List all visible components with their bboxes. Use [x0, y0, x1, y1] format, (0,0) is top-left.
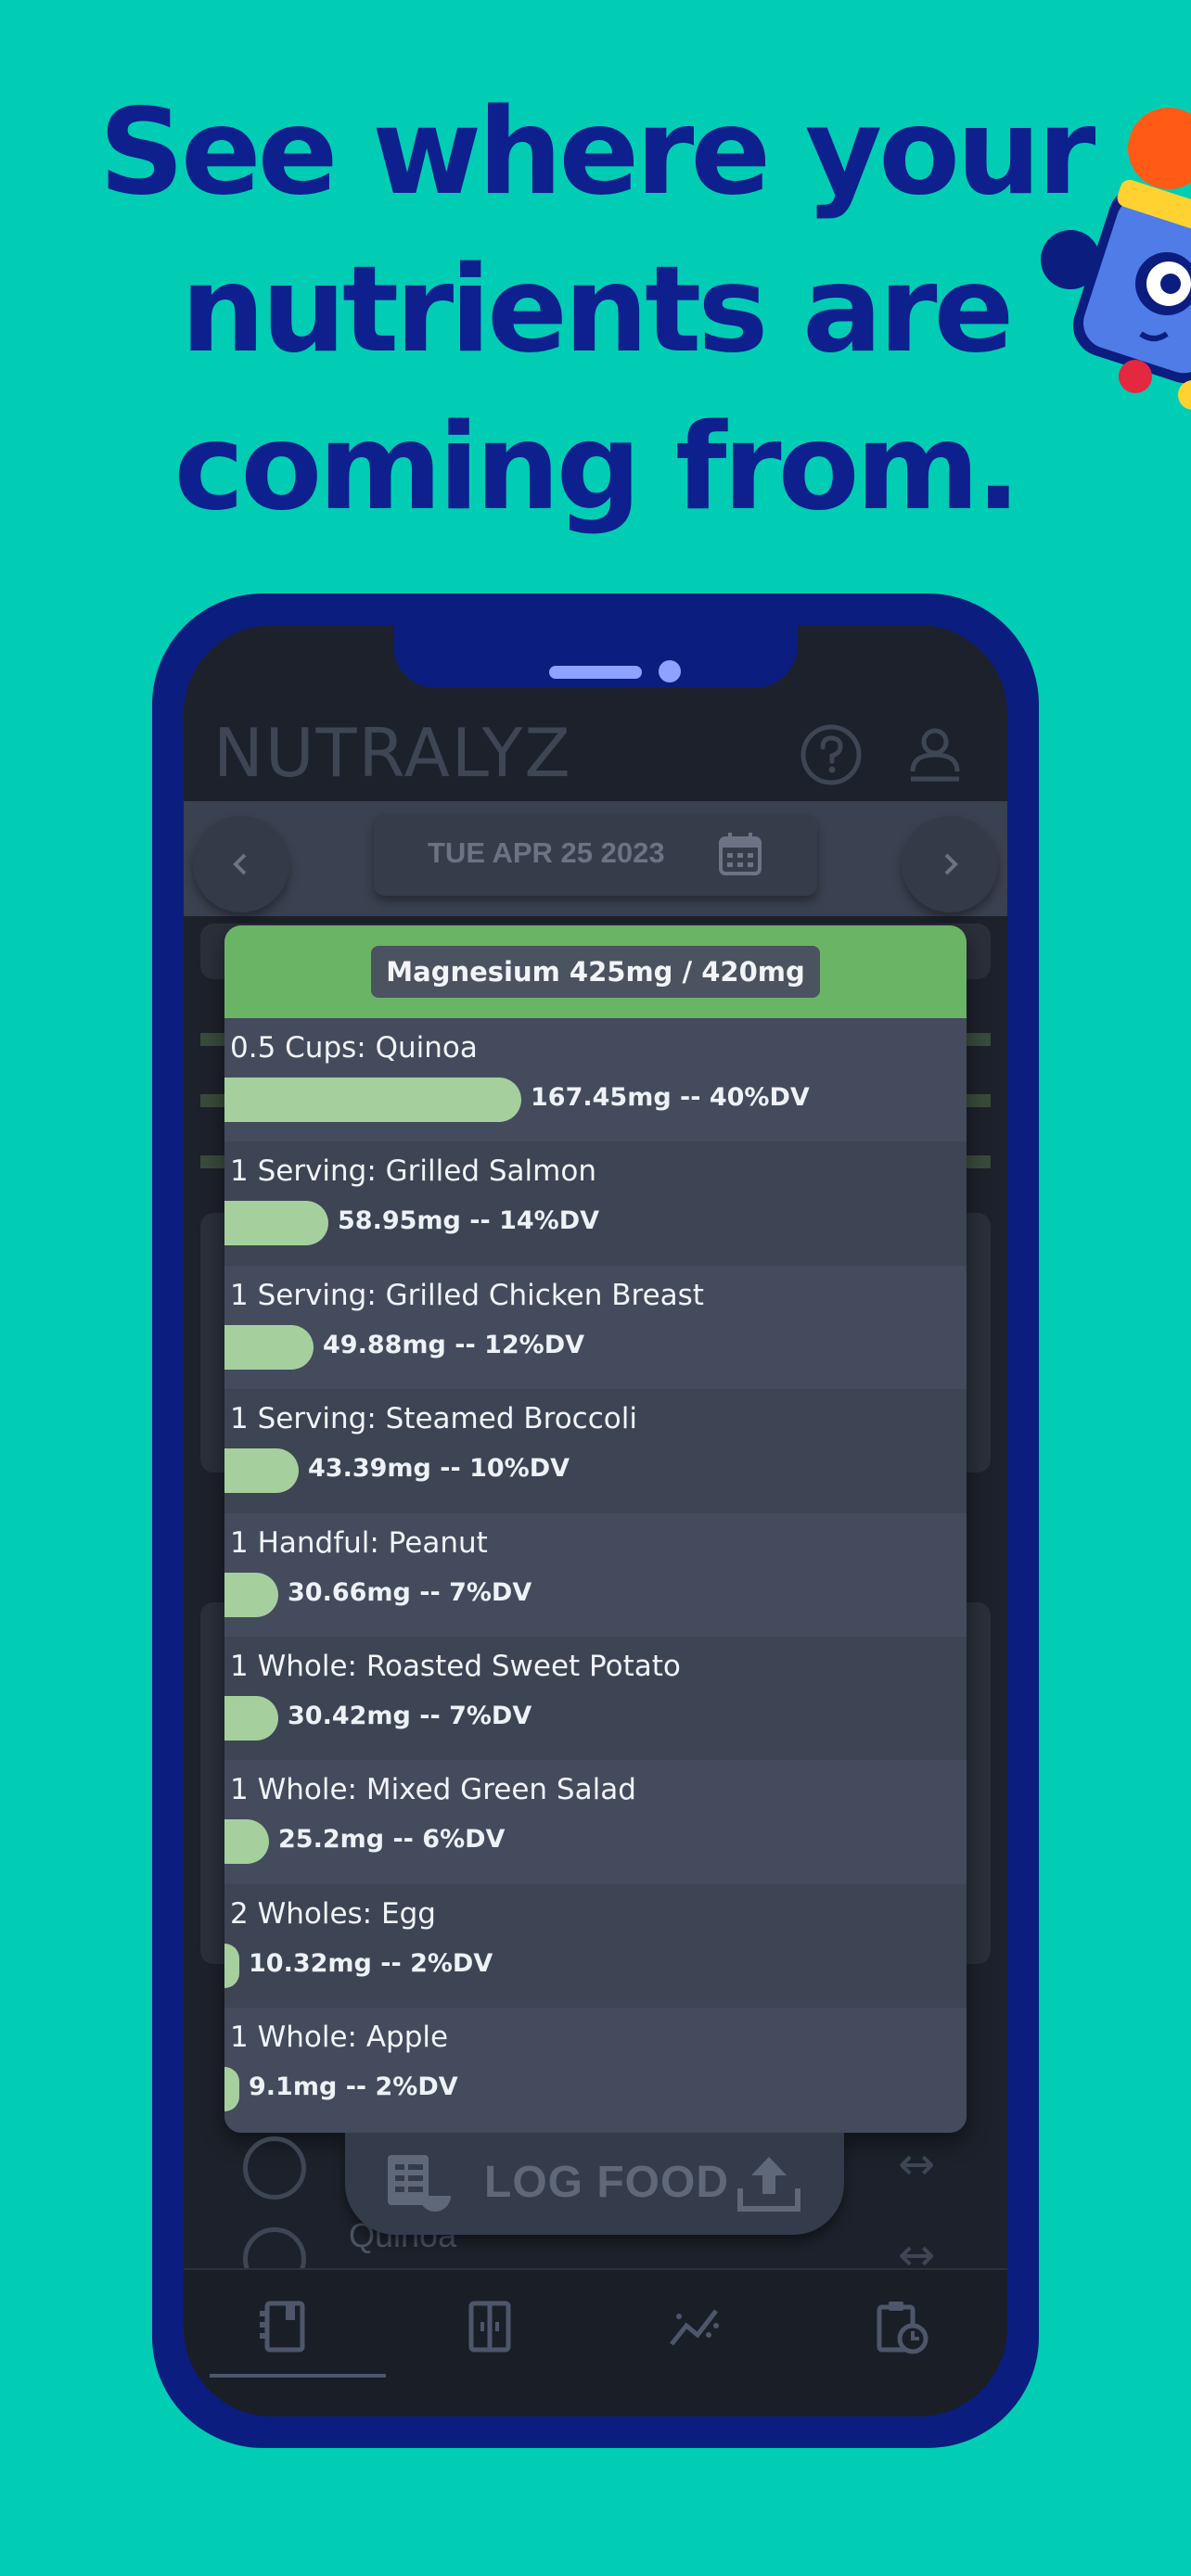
- journal-icon[interactable]: [256, 2298, 312, 2355]
- nutrient-value: 30.66mg -- 7%DV: [288, 1577, 532, 1607]
- mascot-robot-icon: [1041, 108, 1191, 410]
- previous-day-button[interactable]: [193, 816, 289, 912]
- meal-icon: [243, 2136, 306, 2200]
- nutrient-value: 43.39mg -- 10%DV: [308, 1454, 570, 1484]
- dv-bar: [224, 1695, 278, 1741]
- headline-line-2: nutrients are: [180, 241, 1015, 379]
- food-label: 0.5 Cups: Quinoa: [230, 1031, 478, 1065]
- list-item: 1 Whole: Apple 9.1mg -- 2%DV: [224, 2008, 967, 2132]
- list-item: 1 Serving: Grilled Salmon 58.95mg -- 14%…: [224, 1141, 967, 1266]
- headline: See where your nutrients are coming from…: [0, 74, 1191, 547]
- app-title: NUTRALYZ: [213, 714, 572, 792]
- nutrient-value: 167.45mg -- 40%DV: [531, 1083, 810, 1112]
- nutrient-value: 25.2mg -- 6%DV: [278, 1825, 506, 1855]
- modal-title: Magnesium 425mg / 420mg: [371, 946, 820, 998]
- dv-bar: [224, 1078, 521, 1122]
- food-menu-icon: [388, 2155, 451, 2212]
- list-item: 2 Wholes: Egg 10.32mg -- 2%DV: [224, 1883, 967, 2009]
- dv-bar: [224, 1819, 269, 1865]
- log-food-button[interactable]: LOG FOOD: [345, 2133, 844, 2235]
- next-day-button[interactable]: [902, 816, 998, 912]
- phone-notch: [393, 625, 798, 688]
- food-label: 1 Serving: Grilled Salmon: [230, 1154, 596, 1189]
- phone-screen: NUTRALYZ TUE APR 25 2023 Magnesium 425mg…: [184, 625, 1007, 2417]
- active-tab-indicator: [210, 2374, 386, 2378]
- nutrient-breakdown-modal: Magnesium 425mg / 420mg 0.5 Cups: Quinoa…: [224, 925, 967, 2133]
- date-label: TUE APR 25 2023: [428, 836, 665, 869]
- headline-line-1: See where your: [98, 83, 1096, 222]
- list-item: 1 Handful: Peanut 30.66mg -- 7%DV: [224, 1512, 967, 1637]
- headline-line-3: coming from.: [173, 399, 1020, 537]
- dv-bar: [224, 1448, 299, 1494]
- history-icon[interactable]: [874, 2298, 929, 2355]
- dv-bar: [224, 1324, 314, 1370]
- list-item: 1 Whole: Mixed Green Salad 25.2mg -- 6%D…: [224, 1760, 967, 1884]
- food-label: 1 Serving: Grilled Chicken Breast: [230, 1278, 704, 1312]
- help-circle-icon[interactable]: [798, 721, 864, 788]
- pantry-icon[interactable]: [462, 2298, 518, 2355]
- dv-bar: [224, 1201, 328, 1246]
- list-item: 1 Serving: Grilled Chicken Breast 49.88m…: [224, 1265, 967, 1390]
- food-label: 2 Wholes: Egg: [230, 1896, 436, 1931]
- food-label: 1 Whole: Mixed Green Salad: [230, 1773, 636, 1807]
- dv-bar: [224, 1572, 278, 1617]
- swap-arrow-icon: ↔: [898, 2138, 936, 2190]
- nutrient-value: 58.95mg -- 14%DV: [338, 1206, 600, 1236]
- list-item: 1 Serving: Steamed Broccoli 43.39mg -- 1…: [224, 1389, 967, 1513]
- list-item: 1 Whole: Roasted Sweet Potato 30.42mg --…: [224, 1636, 967, 1761]
- date-bar: TUE APR 25 2023: [184, 801, 1007, 916]
- nutrient-value: 9.1mg -- 2%DV: [249, 2072, 458, 2102]
- modal-header: Magnesium 425mg / 420mg: [224, 925, 967, 1018]
- log-food-label: LOG FOOD: [484, 2158, 729, 2207]
- food-source-list: 0.5 Cups: Quinoa 167.45mg -- 40%DV 1 Ser…: [224, 1018, 967, 2132]
- nutrient-value: 49.88mg -- 12%DV: [323, 1330, 585, 1359]
- bottom-navigation: [184, 2268, 1007, 2417]
- nutrient-value: 10.32mg -- 2%DV: [249, 1948, 493, 1978]
- chevron-right-icon: [944, 853, 958, 875]
- chevron-left-icon: [233, 853, 247, 875]
- trends-icon[interactable]: [668, 2298, 724, 2355]
- front-camera: [659, 660, 681, 682]
- food-label: 1 Handful: Peanut: [230, 1525, 488, 1560]
- dv-bar: [224, 1943, 239, 1988]
- speaker-grille: [549, 666, 642, 679]
- food-label: 1 Whole: Apple: [230, 2021, 449, 2055]
- date-picker[interactable]: TUE APR 25 2023: [374, 814, 817, 896]
- nutrient-value: 30.42mg -- 7%DV: [288, 1701, 532, 1730]
- phone-frame: NUTRALYZ TUE APR 25 2023 Magnesium 425mg…: [152, 593, 1039, 2448]
- food-label: 1 Whole: Roasted Sweet Potato: [230, 1649, 681, 1683]
- list-item: 0.5 Cups: Quinoa 167.45mg -- 40%DV: [224, 1018, 967, 1142]
- calendar-icon: [719, 833, 762, 875]
- food-label: 1 Serving: Steamed Broccoli: [230, 1402, 637, 1436]
- upload-icon: [737, 2157, 800, 2212]
- profile-icon[interactable]: [902, 721, 968, 788]
- dv-bar: [224, 2067, 239, 2112]
